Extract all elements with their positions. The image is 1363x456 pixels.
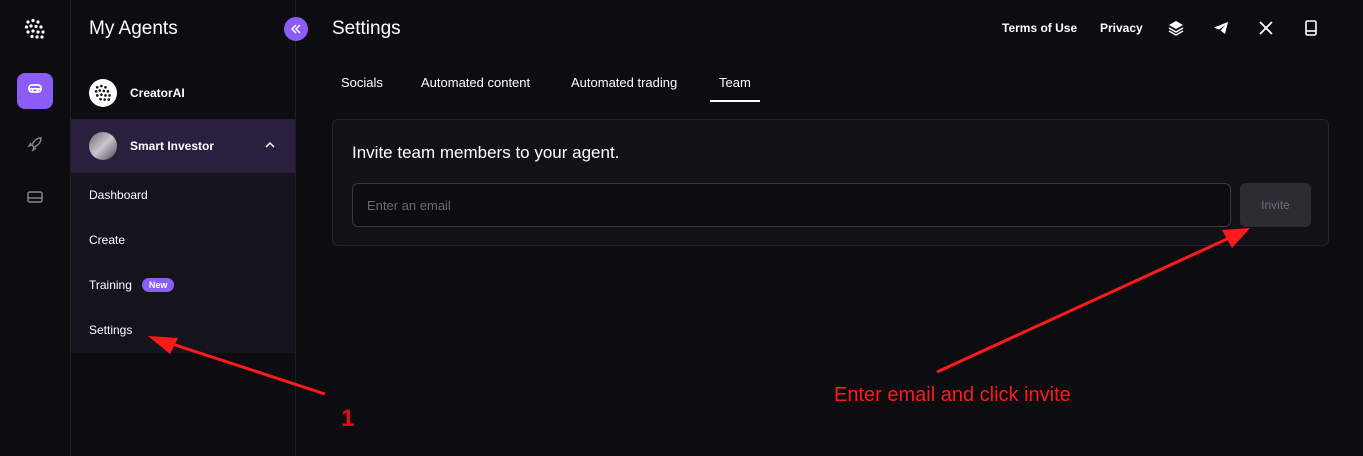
agent-name: CreatorAI <box>130 86 185 100</box>
rocket-icon <box>27 136 43 157</box>
submenu-label: Training <box>89 278 132 292</box>
agents-panel: My Agents CreatorAI Smart Investor Dashb… <box>71 0 308 456</box>
submenu-item-settings[interactable]: Settings <box>89 323 132 337</box>
privacy-link[interactable]: Privacy <box>1100 21 1143 35</box>
agent-icon <box>27 82 43 101</box>
submenu-label: Settings <box>89 323 133 337</box>
submenu-item-dashboard[interactable]: Dashboard <box>89 188 148 202</box>
page-title: Settings <box>332 18 401 39</box>
agent-submenu: Dashboard Create Training New Settings <box>71 173 295 353</box>
submenu-item-training[interactable]: Training New <box>89 278 175 292</box>
invite-button[interactable]: Invite <box>1240 183 1311 227</box>
telegram-icon[interactable] <box>1212 19 1230 37</box>
submenu-item-create[interactable]: Create <box>89 233 125 247</box>
new-badge: New <box>141 278 175 292</box>
card-icon <box>27 190 43 209</box>
submenu-label: Dashboard <box>89 188 148 202</box>
agent-item-smart-investor[interactable]: Smart Investor <box>71 119 295 173</box>
agent-item-creatorai[interactable]: CreatorAI <box>71 66 295 120</box>
terms-of-use-link[interactable]: Terms of Use <box>1002 21 1077 35</box>
book-icon[interactable] <box>1302 19 1320 37</box>
step-number: 1 <box>341 405 355 432</box>
active-tab-indicator <box>710 100 760 102</box>
tab-automated-trading[interactable]: Automated trading <box>571 75 677 90</box>
email-field[interactable] <box>352 183 1231 227</box>
x-icon[interactable] <box>1257 19 1275 37</box>
icon-rail <box>0 0 71 456</box>
avatar <box>89 79 117 107</box>
tab-team[interactable]: Team <box>719 75 751 90</box>
wallet-nav-button[interactable] <box>17 181 53 217</box>
stack-icon[interactable] <box>1167 19 1185 37</box>
chevron-up-icon[interactable] <box>263 138 277 152</box>
arrow-to-invite <box>936 228 1250 374</box>
launch-nav-button[interactable] <box>17 128 53 164</box>
agents-nav-button[interactable] <box>17 73 53 109</box>
app-logo-icon[interactable] <box>24 18 46 40</box>
submenu-label: Create <box>89 233 126 247</box>
double-chevron-left-icon <box>290 22 302 37</box>
invite-title: Invite team members to your agent. <box>352 143 620 162</box>
invite-card: Invite team members to your agent. Invit… <box>332 119 1329 246</box>
tab-socials[interactable]: Socials <box>341 75 383 90</box>
panel-title: My Agents <box>89 18 178 39</box>
instruction-text: Enter email and click invite <box>834 384 1071 406</box>
tab-automated-content[interactable]: Automated content <box>421 75 530 90</box>
collapse-sidebar-button[interactable] <box>284 17 308 41</box>
avatar <box>89 132 117 160</box>
agent-name: Smart Investor <box>130 139 215 153</box>
